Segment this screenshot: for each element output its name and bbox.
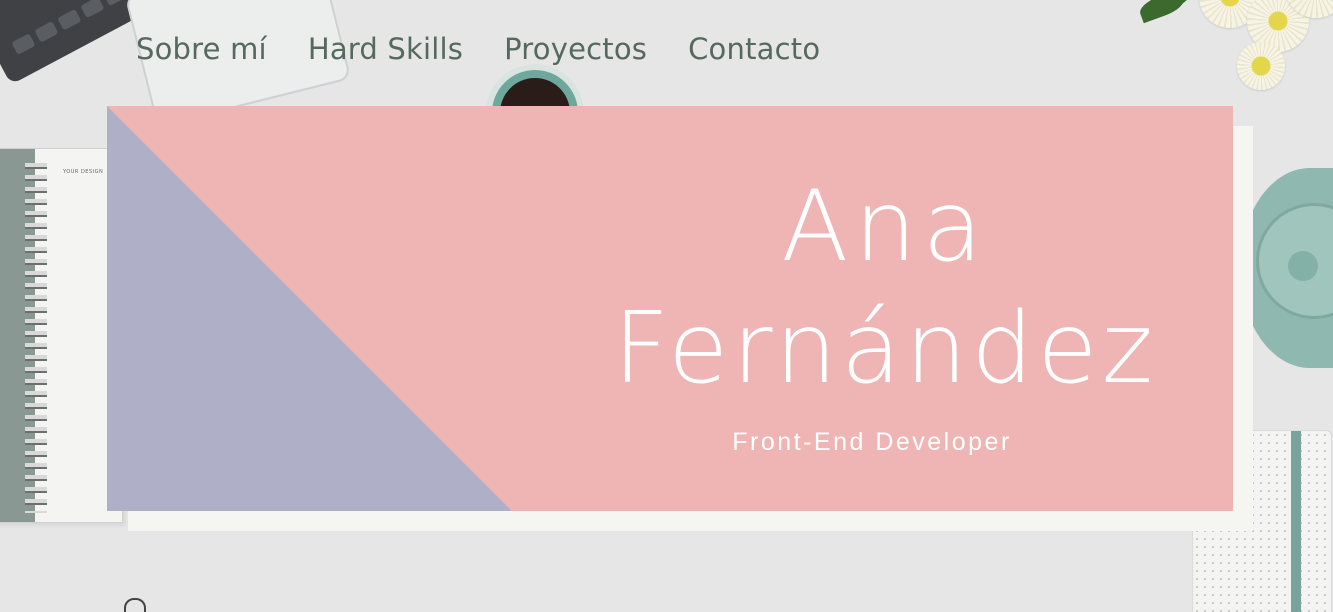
hero-card: Ana Fernández Front-End Developer (107, 106, 1233, 511)
nav-link-proyectos[interactable]: Proyectos (504, 30, 647, 68)
flowers-image (1135, 0, 1333, 105)
notebook-image: YOUR DESIGN (0, 148, 123, 523)
paper-clip-image (124, 598, 146, 612)
laptop-keyboard-image (0, 0, 144, 85)
hero-first-name: Ana (781, 170, 989, 284)
nav-link-contacto[interactable]: Contacto (688, 30, 820, 68)
hero-last-name: Fernández (612, 292, 1158, 406)
notebook-label: YOUR DESIGN (63, 169, 104, 175)
nav-link-sobre-mi[interactable]: Sobre mí (136, 30, 267, 68)
hero-name: Ana Fernández (595, 166, 1175, 410)
hero-role: Front-End Developer (732, 428, 1012, 456)
main-navigation: Sobre mí Hard Skills Proyectos Contacto (136, 30, 820, 68)
nav-link-hard-skills[interactable]: Hard Skills (308, 30, 463, 68)
teapot-image (1240, 168, 1333, 368)
